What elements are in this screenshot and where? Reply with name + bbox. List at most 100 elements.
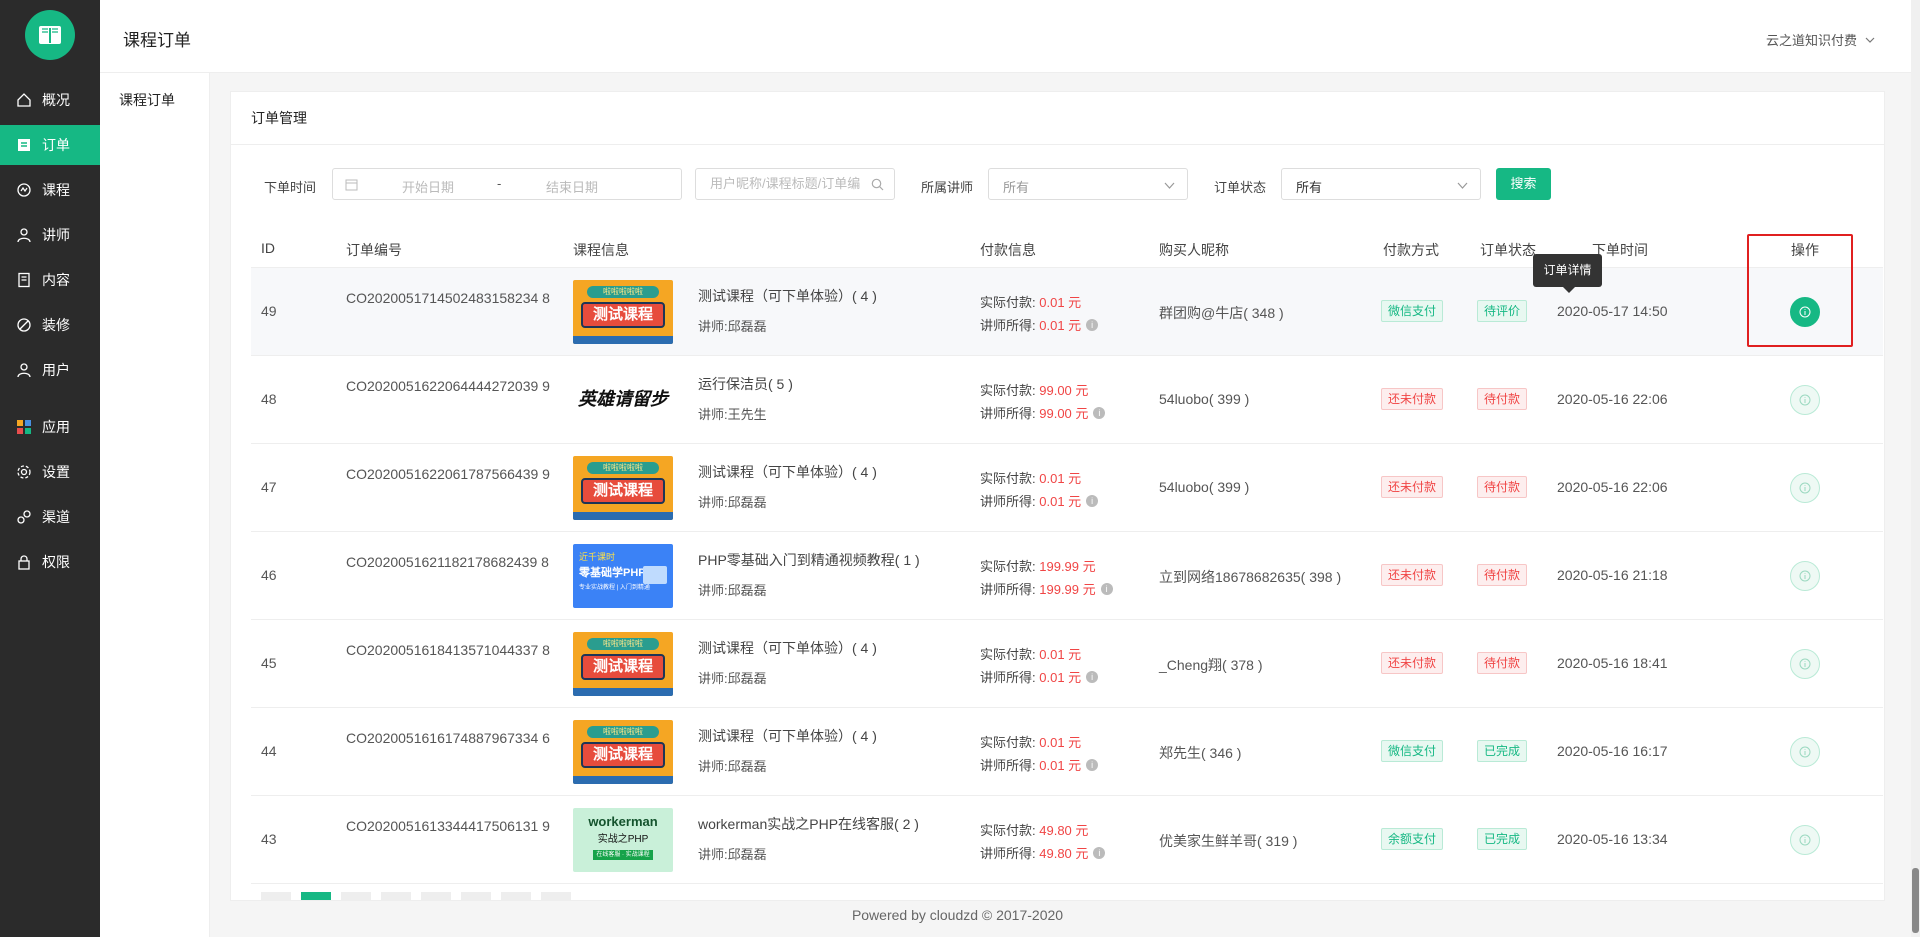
sidebar-item-label: 概况 <box>42 92 70 108</box>
teacher-earning: 讲师所得: 0.01 元 i <box>980 667 1099 686</box>
sidebar-item-label: 权限 <box>42 554 70 570</box>
order-detail-button[interactable] <box>1790 473 1820 503</box>
sidebar-item-order[interactable]: 订单 <box>0 125 100 165</box>
status-filter-label: 订单状态 <box>1214 180 1267 195</box>
sidebar-item-lock[interactable]: 权限 <box>0 542 100 582</box>
page-button-current[interactable] <box>301 892 331 900</box>
order-detail-button[interactable] <box>1790 825 1820 855</box>
info-icon[interactable]: i <box>1100 582 1113 595</box>
start-date-placeholder[interactable]: 开始日期 <box>402 177 454 196</box>
order-number: CO2020051622064444272039 9 <box>346 378 550 394</box>
course-title: 测试课程（可下单体验）( 4 ) <box>698 728 877 744</box>
sidebar-item-user[interactable]: 用户 <box>0 350 100 390</box>
page-button[interactable] <box>461 892 491 900</box>
info-icon[interactable]: i <box>1086 670 1099 683</box>
sidebar-item-teacher[interactable]: 讲师 <box>0 215 100 255</box>
order-id: 49 <box>261 303 277 319</box>
table-row: 43 CO2020051613344417506131 9 workerman 实战之… <box>251 796 1883 884</box>
book-logo-icon[interactable] <box>25 10 75 60</box>
order-status-badge: 待付款 <box>1477 652 1528 674</box>
teacher-prefix: 讲师: <box>698 319 728 334</box>
scrollbar-thumb[interactable] <box>1912 868 1919 933</box>
subnav-item-course-orders[interactable]: 课程订单 <box>119 90 175 110</box>
status-select[interactable]: 所有 <box>1281 168 1481 200</box>
payment-method-badge: 微信支付 <box>1381 300 1444 322</box>
sidebar: 概况订单课程讲师内容装修用户应用设置渠道权限 <box>0 0 100 937</box>
sidebar-item-channel[interactable]: 渠道 <box>0 497 100 537</box>
keyword-search-input[interactable] <box>710 176 860 191</box>
page-button[interactable] <box>341 892 371 900</box>
actual-payment-label: 实际付款: <box>980 471 1036 486</box>
sidebar-item-apps[interactable]: 应用 <box>0 407 100 447</box>
course-teacher: 讲师:邱磊磊 <box>698 668 767 687</box>
teacher-select[interactable]: 所有 <box>988 168 1188 200</box>
actual-payment-value: 0.01 元 <box>1039 295 1082 310</box>
sidebar-item-home[interactable]: 概况 <box>0 80 100 120</box>
info-icon[interactable]: i <box>1093 846 1106 859</box>
thumb-tag: 啦啦啦啦啦 <box>587 726 659 738</box>
order-id: 48 <box>261 391 277 407</box>
actual-payment-label: 实际付款: <box>980 383 1036 398</box>
buyer-nickname: 54luobo( 399 ) <box>1159 479 1250 495</box>
date-range-picker[interactable]: 开始日期 - 结束日期 <box>332 168 682 200</box>
page-button[interactable] <box>541 892 571 900</box>
order-id: 43 <box>261 831 277 847</box>
teacher-earning-label: 讲师所得: <box>980 406 1036 421</box>
actual-payment-value: 0.01 元 <box>1039 735 1082 750</box>
table-row: 47 CO2020051622061787566439 9 啦啦啦啦啦 测试课程 测试课… <box>251 444 1883 532</box>
keyword-search-box[interactable] <box>695 168 895 200</box>
col-id: ID <box>261 240 275 256</box>
order-number: CO2020051616174887967334 6 <box>346 730 550 746</box>
sidebar-item-label: 课程 <box>42 182 70 198</box>
page-button[interactable] <box>421 892 451 900</box>
page-button[interactable] <box>261 892 291 900</box>
teacher-earning-label: 讲师所得: <box>980 318 1036 333</box>
sidebar-item-decorate[interactable]: 装修 <box>0 305 100 345</box>
teacher-name: 邱磊磊 <box>727 319 767 334</box>
page-button[interactable] <box>501 892 531 900</box>
search-icon[interactable] <box>871 178 884 191</box>
thumb-title: workerman <box>588 814 658 829</box>
tenant-switcher[interactable]: 云之道知识付费 <box>1766 30 1875 49</box>
teacher-earning-label: 讲师所得: <box>980 846 1036 861</box>
order-detail-button[interactable] <box>1790 737 1820 767</box>
thumb-title: 测试课程 <box>581 302 665 328</box>
actual-payment-value: 199.99 元 <box>1039 559 1096 574</box>
page-scrollbar[interactable] <box>1911 0 1920 937</box>
actual-payment-value: 0.01 元 <box>1039 647 1082 662</box>
order-detail-button[interactable] <box>1790 385 1820 415</box>
order-detail-button[interactable] <box>1790 649 1820 679</box>
order-detail-button[interactable] <box>1790 297 1820 327</box>
teacher-earning: 讲师所得: 49.80 元 i <box>980 843 1106 862</box>
info-icon[interactable]: i <box>1086 758 1099 771</box>
actual-payment-label: 实际付款: <box>980 559 1036 574</box>
divider <box>231 144 1884 145</box>
course-icon <box>16 182 32 198</box>
table-row: 49 CO2020051714502483158234 8 啦啦啦啦啦 测试课程 测试课… <box>251 268 1883 356</box>
order-detail-button[interactable] <box>1790 561 1820 591</box>
end-date-placeholder[interactable]: 结束日期 <box>546 177 598 196</box>
order-status-badge: 已完成 <box>1477 740 1528 762</box>
teacher-earning-label: 讲师所得: <box>980 582 1036 597</box>
sidebar-item-course[interactable]: 课程 <box>0 170 100 210</box>
content-icon <box>16 272 32 288</box>
buyer-nickname: _Cheng翔( 378 ) <box>1159 657 1263 673</box>
range-separator: - <box>497 176 502 191</box>
sidebar-item-settings[interactable]: 设置 <box>0 452 100 492</box>
page-button[interactable] <box>381 892 411 900</box>
info-icon[interactable]: i <box>1086 494 1099 507</box>
actual-payment-label: 实际付款: <box>980 735 1036 750</box>
settings-icon <box>16 464 32 480</box>
lock-icon <box>16 554 32 570</box>
thumb-tag: 啦啦啦啦啦 <box>587 638 659 650</box>
table-header: ID 订单编号 课程信息 付款信息 购买人昵称 付款方式 订单状态 下单时间 操… <box>251 228 1883 268</box>
info-circle-icon <box>1799 306 1811 318</box>
teacher-earning-label: 讲师所得: <box>980 494 1036 509</box>
teacher-prefix: 讲师: <box>698 583 728 598</box>
search-button[interactable]: 搜索 <box>1496 168 1551 200</box>
sidebar-item-content[interactable]: 内容 <box>0 260 100 300</box>
info-icon[interactable]: i <box>1086 318 1099 331</box>
info-icon[interactable]: i <box>1093 406 1106 419</box>
order-icon <box>16 137 32 153</box>
actual-payment-value: 99.00 元 <box>1039 383 1089 398</box>
